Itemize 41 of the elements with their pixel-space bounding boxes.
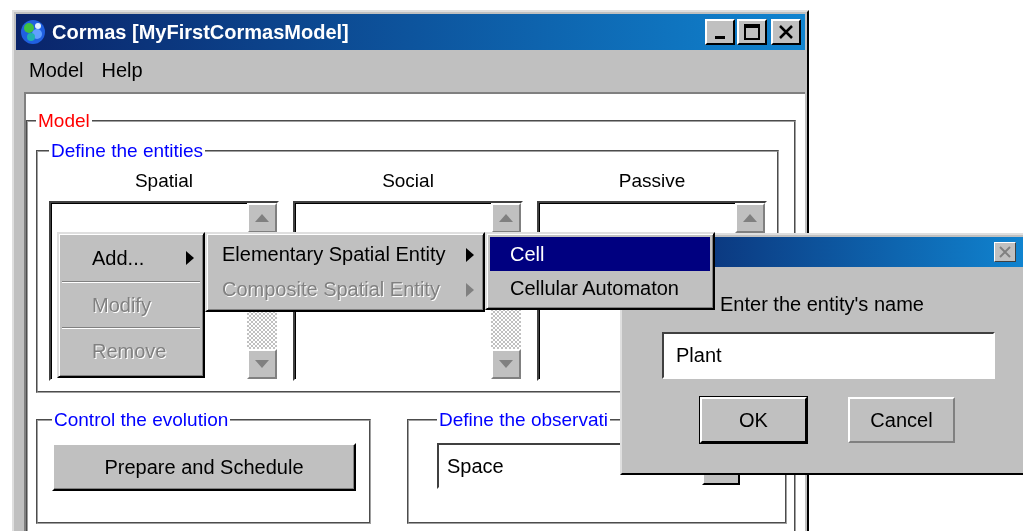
menu-item[interactable]: Help: [92, 58, 152, 82]
window-title: Cormas [MyFirstCormasModel]: [52, 20, 349, 44]
scroll-down-button[interactable]: [491, 349, 521, 379]
scroll-up-button[interactable]: [491, 203, 521, 233]
group-title: Model: [37, 110, 91, 132]
close-button[interactable]: [994, 242, 1016, 262]
close-icon: [779, 25, 793, 39]
column-heading: Social: [382, 170, 434, 193]
menu-item[interactable]: Cell: [490, 237, 710, 271]
down-arrow-icon: [499, 360, 513, 368]
dialog-button[interactable]: Cancel: [848, 397, 955, 443]
minimize-button[interactable]: [705, 19, 735, 45]
maximize-icon: [744, 24, 760, 40]
group-title: Control the evolution: [53, 409, 230, 431]
up-arrow-icon: [255, 214, 269, 222]
name-input[interactable]: Plant: [662, 332, 995, 379]
menu-item[interactable]: Add...: [62, 237, 200, 280]
group-title: Define the entities: [50, 140, 205, 162]
menu-item[interactable]: Cellular Automaton: [490, 271, 710, 305]
dialog-button[interactable]: OK: [700, 397, 807, 443]
down-arrow-icon: [255, 360, 269, 368]
scroll-up-button[interactable]: [735, 203, 765, 233]
minimize-icon: [715, 35, 725, 39]
close-icon: [999, 246, 1011, 258]
submenu-arrow-icon: [466, 282, 474, 297]
prepare-button[interactable]: Prepare and Schedule: [52, 443, 356, 491]
prompt-label: Enter the entity's name: [720, 293, 925, 316]
menu-item[interactable]: Model: [20, 58, 93, 82]
maximize-button[interactable]: [737, 19, 767, 45]
submenu-arrow-icon: [186, 251, 194, 266]
up-arrow-icon: [743, 214, 757, 222]
submenu-arrow-icon: [466, 247, 474, 262]
column-heading: Spatial: [134, 170, 194, 193]
group-title: Define the observati: [438, 409, 609, 431]
globe-icon: [20, 19, 46, 45]
up-arrow-icon: [499, 214, 513, 222]
scroll-down-button[interactable]: [247, 349, 277, 379]
scroll-up-button[interactable]: [247, 203, 277, 233]
menu-item[interactable]: Elementary Spatial Entity: [210, 237, 480, 272]
close-button[interactable]: [771, 19, 801, 45]
column-heading: Passive: [618, 170, 686, 193]
